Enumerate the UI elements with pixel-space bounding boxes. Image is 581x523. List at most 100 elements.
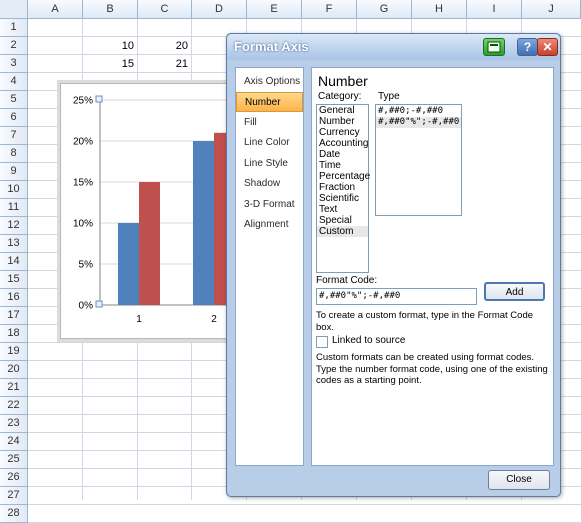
row-header-26[interactable]: 26 bbox=[0, 469, 28, 487]
category-item[interactable]: Time bbox=[317, 160, 368, 171]
nav-shadow[interactable]: Shadow bbox=[236, 174, 303, 194]
row-header-11[interactable]: 11 bbox=[0, 199, 28, 217]
row-header-1[interactable]: 1 bbox=[0, 19, 28, 37]
type-item[interactable]: #,##0;-#,##0 bbox=[376, 106, 461, 117]
number-pane: Number Category: Type General Number Cur… bbox=[311, 67, 554, 466]
row-header-28[interactable]: 28 bbox=[0, 505, 28, 523]
nav-line-color[interactable]: Line Color bbox=[236, 133, 303, 153]
cell-c2[interactable]: 20 bbox=[138, 37, 188, 55]
row-header-27[interactable]: 27 bbox=[0, 487, 28, 505]
help-text-custom-formats: Custom formats can be created using form… bbox=[316, 352, 548, 386]
category-item[interactable]: Text bbox=[317, 204, 368, 215]
nav-number[interactable]: Number bbox=[236, 92, 303, 112]
row-header-5[interactable]: 5 bbox=[0, 91, 28, 109]
column-header-a[interactable]: A bbox=[28, 0, 83, 19]
row-header-15[interactable]: 15 bbox=[0, 271, 28, 289]
dialog-titlebar[interactable]: Format Axis ? ✕ bbox=[227, 34, 560, 60]
row-header-16[interactable]: 16 bbox=[0, 289, 28, 307]
help-text-format-code: To create a custom format, type in the F… bbox=[316, 310, 534, 333]
row-header-24[interactable]: 24 bbox=[0, 433, 28, 451]
add-button[interactable]: Add bbox=[484, 282, 545, 301]
y-tick-label: 10% bbox=[73, 219, 93, 230]
category-item-selected[interactable]: Custom bbox=[317, 226, 368, 237]
row-header-18[interactable]: 18 bbox=[0, 325, 28, 343]
x-tick-label: 2 bbox=[211, 314, 217, 325]
row-header-19[interactable]: 19 bbox=[0, 343, 28, 361]
column-header-j[interactable]: J bbox=[522, 0, 581, 19]
cell-b3[interactable]: 15 bbox=[83, 55, 134, 73]
bar-series1-cat1[interactable] bbox=[118, 223, 139, 305]
column-header-c[interactable]: C bbox=[138, 0, 192, 19]
close-button[interactable]: Close bbox=[488, 470, 550, 490]
save-icon[interactable] bbox=[483, 38, 505, 56]
nav-line-style[interactable]: Line Style bbox=[236, 154, 303, 174]
row-header-2[interactable]: 2 bbox=[0, 37, 28, 55]
row-header-13[interactable]: 13 bbox=[0, 235, 28, 253]
row-header-4[interactable]: 4 bbox=[0, 73, 28, 91]
y-tick-label: 0% bbox=[79, 301, 94, 312]
row-header-8[interactable]: 8 bbox=[0, 145, 28, 163]
format-axis-dialog: Format Axis ? ✕ Axis Options Number Fill… bbox=[226, 33, 561, 497]
category-nav: Axis Options Number Fill Line Color Line… bbox=[235, 67, 304, 466]
category-item[interactable]: Special bbox=[317, 215, 368, 226]
category-item[interactable]: General bbox=[317, 105, 368, 116]
help-button[interactable]: ? bbox=[517, 38, 538, 56]
type-list[interactable]: #,##0;-#,##0 #,##0"%";-#,##0 bbox=[375, 104, 462, 216]
row-header-20[interactable]: 20 bbox=[0, 361, 28, 379]
select-all-corner[interactable] bbox=[0, 0, 28, 19]
row-header-23[interactable]: 23 bbox=[0, 415, 28, 433]
category-list[interactable]: General Number Currency Accounting Date … bbox=[316, 104, 370, 273]
close-window-button[interactable]: ✕ bbox=[537, 38, 558, 56]
column-header-h[interactable]: H bbox=[412, 0, 467, 19]
bar-series1-cat2[interactable] bbox=[193, 141, 214, 305]
dialog-title: Format Axis bbox=[234, 39, 309, 54]
category-label: Category: bbox=[318, 91, 362, 102]
axis-selection-handle[interactable] bbox=[95, 300, 103, 308]
row-header-12[interactable]: 12 bbox=[0, 217, 28, 235]
column-header-i[interactable]: I bbox=[467, 0, 522, 19]
row-header-7[interactable]: 7 bbox=[0, 127, 28, 145]
category-item[interactable]: Number bbox=[317, 116, 368, 127]
linked-to-source-checkbox[interactable] bbox=[316, 336, 328, 348]
cell-b2[interactable]: 10 bbox=[83, 37, 134, 55]
column-header-g[interactable]: G bbox=[357, 0, 412, 19]
category-item[interactable]: Date bbox=[317, 149, 368, 160]
category-item[interactable]: Accounting bbox=[317, 138, 368, 149]
category-item[interactable]: Scientific bbox=[317, 193, 368, 204]
row-header-17[interactable]: 17 bbox=[0, 307, 28, 325]
y-tick-label: 20% bbox=[73, 137, 93, 148]
type-label: Type bbox=[378, 91, 400, 102]
nav-axis-options[interactable]: Axis Options bbox=[236, 72, 303, 92]
bar-chart[interactable]: 0% 5% 10% 15% 20% 25% 1 2 bbox=[60, 83, 233, 339]
category-item[interactable]: Currency bbox=[317, 127, 368, 138]
category-item[interactable]: Fraction bbox=[317, 182, 368, 193]
section-title: Number bbox=[318, 73, 368, 89]
format-code-label: Format Code: bbox=[316, 275, 378, 286]
row-header-21[interactable]: 21 bbox=[0, 379, 28, 397]
axis-selection-handle[interactable] bbox=[95, 95, 103, 103]
y-tick-label: 15% bbox=[73, 178, 93, 189]
x-tick-label: 1 bbox=[136, 314, 142, 325]
row-header-3[interactable]: 3 bbox=[0, 55, 28, 73]
y-tick-label: 25% bbox=[73, 96, 93, 107]
column-header-f[interactable]: F bbox=[302, 0, 357, 19]
nav-fill[interactable]: Fill bbox=[236, 113, 303, 133]
type-item-selected[interactable]: #,##0"%";-#,##0 bbox=[376, 117, 461, 128]
column-header-e[interactable]: E bbox=[247, 0, 302, 19]
row-header-9[interactable]: 9 bbox=[0, 163, 28, 181]
row-header-22[interactable]: 22 bbox=[0, 397, 28, 415]
nav-alignment[interactable]: Alignment bbox=[236, 215, 303, 235]
linked-to-source-label[interactable]: Linked to source bbox=[332, 335, 405, 346]
nav-3d-format[interactable]: 3-D Format bbox=[236, 195, 303, 215]
bar-series2-cat1[interactable] bbox=[139, 182, 160, 305]
column-header-b[interactable]: B bbox=[83, 0, 138, 19]
format-code-input[interactable]: #,##0"%";-#,##0 bbox=[316, 288, 477, 305]
category-item[interactable]: Percentage bbox=[317, 171, 370, 182]
cell-c3[interactable]: 21 bbox=[138, 55, 188, 73]
row-header-14[interactable]: 14 bbox=[0, 253, 28, 271]
row-header-25[interactable]: 25 bbox=[0, 451, 28, 469]
row-header-10[interactable]: 10 bbox=[0, 181, 28, 199]
row-header-6[interactable]: 6 bbox=[0, 109, 28, 127]
close-icon: ✕ bbox=[542, 40, 553, 54]
column-header-d[interactable]: D bbox=[192, 0, 247, 19]
